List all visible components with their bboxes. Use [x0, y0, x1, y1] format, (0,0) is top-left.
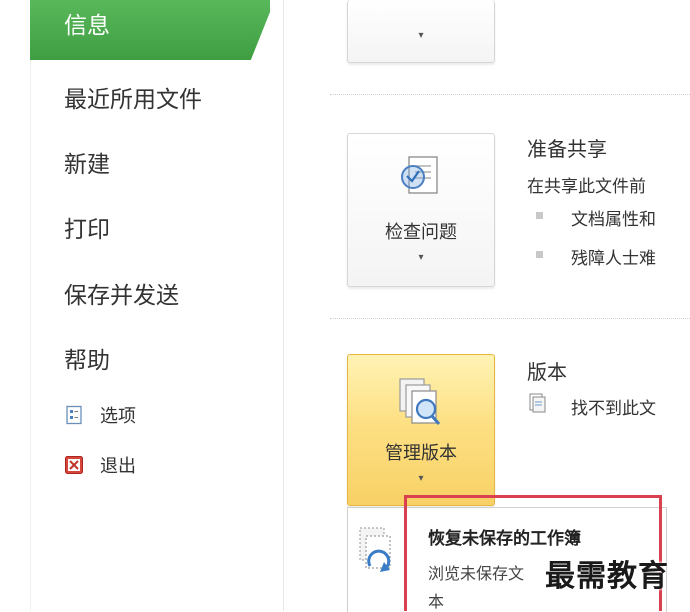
versions-title: 版本: [527, 360, 567, 384]
nav-item-exit[interactable]: 退出: [64, 452, 136, 478]
nav-item-help[interactable]: 帮助: [64, 341, 110, 375]
nav-edge-line: [30, 0, 31, 611]
exit-icon: [65, 456, 83, 474]
document-icon: [529, 393, 546, 413]
prepare-share-bullet-2: 残障人士难: [571, 249, 656, 269]
nav-divider: [283, 0, 284, 611]
manage-versions-icon: [399, 378, 441, 425]
nav-item-print[interactable]: 打印: [64, 210, 110, 244]
top-partial-button[interactable]: ▾: [347, 0, 495, 63]
nav-item-save-send[interactable]: 保存并发送: [64, 276, 179, 310]
prepare-share-bullet-1: 文档属性和: [571, 210, 656, 230]
watermark: 最需教育: [545, 559, 669, 594]
prepare-share-desc: 在共享此文件前: [527, 177, 646, 197]
manage-versions-button[interactable]: 管理版本 ▾: [347, 354, 495, 506]
options-icon: [66, 405, 82, 425]
check-issues-label: 检查问题: [385, 222, 457, 243]
section-divider: [330, 94, 690, 95]
nav-item-recent[interactable]: 最近所用文件: [64, 80, 202, 114]
recover-workbook-icon: [359, 527, 391, 572]
options-label: 选项: [100, 406, 136, 427]
chevron-down-icon: ▾: [418, 30, 424, 41]
section-divider: [330, 318, 690, 319]
nav-item-options[interactable]: 选项: [64, 402, 136, 428]
check-issues-icon: [401, 156, 438, 194]
bullet-icon: [536, 212, 543, 219]
prepare-share-title: 准备共享: [527, 137, 607, 161]
chevron-down-icon: ▾: [418, 252, 424, 263]
versions-desc: 找不到此文: [571, 399, 656, 419]
check-issues-button[interactable]: 检查问题 ▾: [347, 133, 495, 287]
manage-versions-label: 管理版本: [385, 443, 457, 464]
backstage-nav: 信息 最近所用文件 新建 打印 保存并发送 帮助 选项 退出: [0, 0, 284, 611]
nav-item-new[interactable]: 新建: [64, 145, 110, 179]
chevron-down-icon: ▾: [418, 473, 424, 484]
exit-label: 退出: [100, 456, 136, 477]
nav-item-info-label: 信息: [64, 13, 110, 39]
nav-item-info[interactable]: 信息: [30, 0, 270, 60]
bullet-icon: [536, 251, 543, 258]
